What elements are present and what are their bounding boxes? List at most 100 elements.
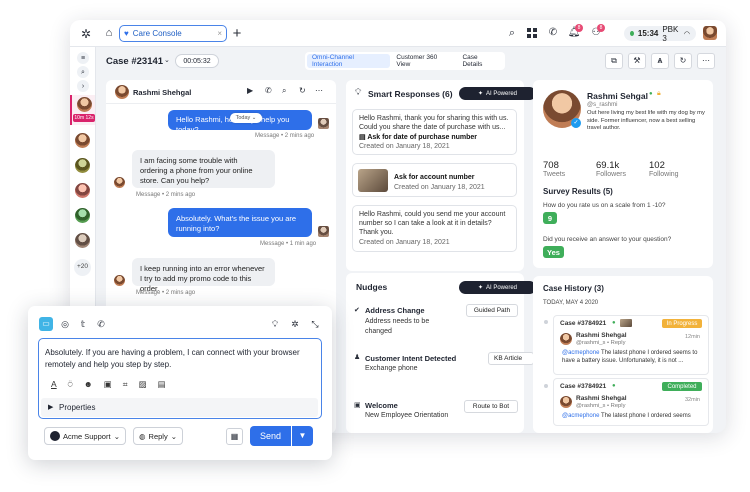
more-options-icon[interactable]: ⋯ [697,53,715,69]
attachment-icon[interactable]: ⍥ [68,379,73,390]
mention[interactable]: @acmephone [562,350,599,356]
conversation-avatar[interactable] [75,133,90,148]
home-icon[interactable]: ⌂ [103,27,115,39]
gif-icon[interactable]: ▣ [104,379,112,390]
add-tab-icon[interactable]: + [230,25,244,41]
ai-powered-badge: ✦ AI Powered [459,281,536,294]
magic-wand-icon[interactable]: ⚒ [628,53,646,69]
more-conversations[interactable]: +20 [74,259,91,276]
route-to-bot-button[interactable]: Route to Bot [464,400,518,413]
smart-response-card[interactable]: Hello Rashmi, could you send me your acc… [352,205,517,252]
panel-title: Smart Responses (6) [368,89,453,99]
message-input[interactable]: Absolutely. If you are having a problem,… [45,347,315,370]
agent-status-pill[interactable]: 15:34 PBK 3 ◠ [624,24,696,43]
chevron-down-icon: ⌄ [113,431,120,441]
search-icon[interactable]: ⌕ [506,27,518,39]
message-meta: Message • 2 mins ago [136,192,196,198]
online-dot-icon [630,31,634,36]
survey-question: Did you receive an answer to your questi… [543,236,672,243]
lightbulb-icon: 💡︎ [355,87,362,97]
whatsapp-icon[interactable]: ◎ [59,318,71,330]
image-icon[interactable]: ▨ [139,379,147,390]
tab-case-details[interactable]: Case Details [458,54,503,68]
agent-avatar[interactable] [703,26,717,40]
globe-icon: ◍ [139,431,146,441]
lightbulb-icon[interactable]: 💡︎ [269,318,281,330]
message-editor[interactable]: Absolutely. If you are having a problem,… [38,338,322,419]
kb-article-button[interactable]: KB Article [488,352,534,365]
phone-icon[interactable]: ✆ [547,27,559,39]
tab-omni-channel[interactable]: Omni-Channel Interaction [307,54,391,68]
conversation-avatar[interactable] [75,233,90,248]
emoji-icon[interactable]: ☻ [84,379,93,390]
nudge-desc: Address needs to be changed [365,318,430,335]
card-date: Created on January 18, 2021 [394,184,485,191]
translate-icon[interactable]: Ѧ [651,53,669,69]
reply-mode-selector[interactable]: ◍ Reply ⌄ [133,427,183,445]
card-body: Hello Rashmi, thank you for sharing this… [359,115,509,131]
timeline-dot [544,320,548,324]
sprinklr-icon[interactable]: ✲ [289,318,301,330]
conversation-avatar[interactable] [75,208,90,223]
layout-icon[interactable]: ⧉ [605,53,623,69]
screenshot-icon[interactable]: ⌗ [123,379,128,390]
schedule-calendar-icon[interactable]: ▦ [226,428,243,445]
properties-row[interactable]: ▶ Properties [41,398,318,417]
search-icon[interactable]: ⌕ [77,66,89,78]
ai-powered-badge: ✦ AI Powered [459,87,536,100]
search-icon[interactable]: ⌕ [282,87,286,95]
refresh-icon[interactable]: ↻ [299,87,306,95]
text-format-icon[interactable]: A [51,379,57,390]
account-selector[interactable]: Acme Support ⌄ [44,427,126,445]
send-options-dropdown[interactable]: ▼ [292,426,313,446]
properties-label: Properties [59,403,96,412]
author-name: Rashmi Shehgal [576,395,627,402]
more-icon[interactable]: ⋯ [315,87,323,95]
followers-label: Followers [596,171,626,178]
twitter-icon[interactable]: 𝕥 [77,318,89,330]
following-label: Following [649,171,679,178]
expand-icon[interactable]: › [77,80,89,92]
attachment-thumbnail [620,319,632,327]
followers-count: 69.1k [596,160,620,171]
apps-grid-icon[interactable] [527,28,537,38]
video-icon[interactable]: ▶ [247,87,253,95]
sprinklr-logo-icon[interactable]: ✲ [79,27,93,41]
case-history-card[interactable]: Case #3784921 ● Completed Rashmi Shehgal… [553,378,709,426]
chat-header: Rashmi Shehgal ▶ ✆ ⌕ ↻ ⋯ [106,80,336,104]
case-history-card[interactable]: Case #3784921 ● In Progress Rashmi Shehg… [553,315,709,375]
conversation-avatar[interactable] [75,158,90,173]
menu-icon[interactable]: ≡ [77,52,89,64]
smart-response-card[interactable]: Hello Rashmi, thank you for sharing this… [352,109,517,155]
sparkle-icon: ✦ [477,91,483,97]
avatar [77,97,92,112]
refresh-icon[interactable]: ↻ [674,53,692,69]
nudge-title: Address Change [365,306,425,315]
phone-icon[interactable]: ✆ [95,318,107,330]
account-logo-icon [50,431,60,441]
person-icon: ♟ [354,354,361,361]
followers-stat: 69.1k Followers [596,160,626,178]
chevron-down-icon[interactable]: ⌄ [164,57,170,64]
chat-channel-icon[interactable]: ▭ [39,317,53,331]
history-date: TODAY, MAY 4 2020 [543,300,599,306]
smart-response-card[interactable]: Ask for account number Created on Januar… [352,163,517,197]
phone-icon[interactable]: ✆ [265,87,272,95]
author-handle: @rashmi_s • Reply [576,403,626,409]
conversation-avatar[interactable] [75,183,90,198]
tab-customer-360[interactable]: Customer 360 View [392,54,456,68]
nudge-title: Customer Intent Detected [365,354,457,363]
collapse-icon[interactable]: ⤡ [309,318,321,330]
author-name: Rashmi Shehgal [576,332,627,339]
tab-care-console[interactable]: ♥ Care Console × [119,25,227,42]
active-conversation[interactable]: 10m 12s [70,95,95,125]
send-button[interactable]: Send [250,426,291,446]
notification-badge: 8 [575,24,583,32]
check-circle-icon: ✔ [354,307,360,314]
active-timer: 10m 12s [73,114,95,122]
guided-path-button[interactable]: Guided Path [466,304,518,317]
document-icon[interactable]: ▤ [158,379,166,390]
user-code: PBK 3 [662,24,679,43]
mention[interactable]: @acmephone [562,413,599,419]
close-icon[interactable]: × [217,29,222,38]
